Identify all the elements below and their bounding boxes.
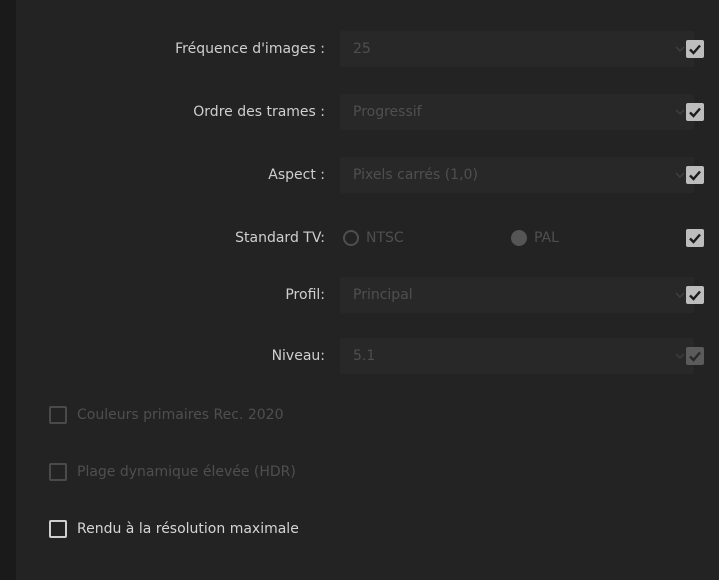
field-order-match-checkbox[interactable] [686, 103, 704, 121]
max-render-checkbox[interactable] [49, 520, 67, 538]
profile-dropdown[interactable]: Principal [340, 277, 694, 313]
aspect-dropdown[interactable]: Pixels carrés (1,0) [340, 157, 694, 193]
pal-radio[interactable]: PAL [511, 220, 631, 256]
pal-radio-label: PAL [534, 230, 559, 246]
aspect-value: Pixels carrés (1,0) [353, 167, 478, 183]
level-label: Niveau: [271, 348, 325, 364]
left-edge [0, 0, 16, 580]
chevron-down-icon [675, 351, 685, 361]
field-order-dropdown[interactable]: Progressif [340, 94, 694, 130]
chevron-down-icon [675, 44, 685, 54]
hdr-option[interactable]: Plage dynamique élevée (HDR) [16, 458, 516, 486]
profile-label: Profil: [285, 287, 325, 303]
profile-value: Principal [353, 287, 413, 303]
profile-match-checkbox[interactable] [686, 286, 704, 304]
hdr-label: Plage dynamique élevée (HDR) [77, 464, 296, 480]
check-icon [689, 44, 701, 55]
ntsc-radio[interactable]: NTSC [343, 220, 463, 256]
export-video-settings-panel: Fréquence d'images : 25 Ordre des trames… [16, 0, 719, 580]
level-dropdown[interactable]: 5.1 [340, 338, 694, 374]
check-icon [689, 233, 701, 244]
hdr-checkbox[interactable] [49, 463, 67, 481]
profile-row: Profil: Principal [16, 277, 719, 313]
aspect-match-checkbox[interactable] [686, 166, 704, 184]
field-order-row: Ordre des trames : Progressif [16, 94, 719, 130]
frame-rate-row: Fréquence d'images : 25 [16, 31, 719, 67]
tv-standard-match-checkbox[interactable] [686, 229, 704, 247]
check-icon [689, 290, 701, 301]
rec2020-checkbox[interactable] [49, 406, 67, 424]
tv-standard-label: Standard TV: [235, 230, 325, 246]
max-render-option[interactable]: Rendu à la résolution maximale [16, 515, 516, 543]
check-icon [689, 170, 701, 181]
chevron-down-icon [675, 290, 685, 300]
ntsc-radio-label: NTSC [366, 230, 404, 246]
rec2020-option[interactable]: Couleurs primaires Rec. 2020 [16, 401, 516, 429]
check-icon [689, 107, 701, 118]
chevron-down-icon [675, 107, 685, 117]
check-icon [689, 351, 701, 362]
max-render-label: Rendu à la résolution maximale [77, 521, 299, 537]
frame-rate-label: Fréquence d'images : [175, 41, 325, 57]
level-match-checkbox[interactable] [686, 347, 704, 365]
field-order-value: Progressif [353, 104, 422, 120]
tv-standard-row: Standard TV: NTSC PAL [16, 220, 719, 256]
radio-selected-icon [511, 230, 527, 246]
field-order-label: Ordre des trames : [193, 104, 325, 120]
frame-rate-value: 25 [353, 41, 371, 57]
frame-rate-match-checkbox[interactable] [686, 40, 704, 58]
aspect-row: Aspect : Pixels carrés (1,0) [16, 157, 719, 193]
frame-rate-dropdown[interactable]: 25 [340, 31, 694, 67]
radio-unselected-icon [343, 230, 359, 246]
tv-standard-radio-group: NTSC PAL [340, 220, 694, 256]
rec2020-label: Couleurs primaires Rec. 2020 [77, 407, 284, 423]
aspect-label: Aspect : [268, 167, 325, 183]
chevron-down-icon [675, 170, 685, 180]
level-row: Niveau: 5.1 [16, 338, 719, 374]
level-value: 5.1 [353, 348, 376, 364]
